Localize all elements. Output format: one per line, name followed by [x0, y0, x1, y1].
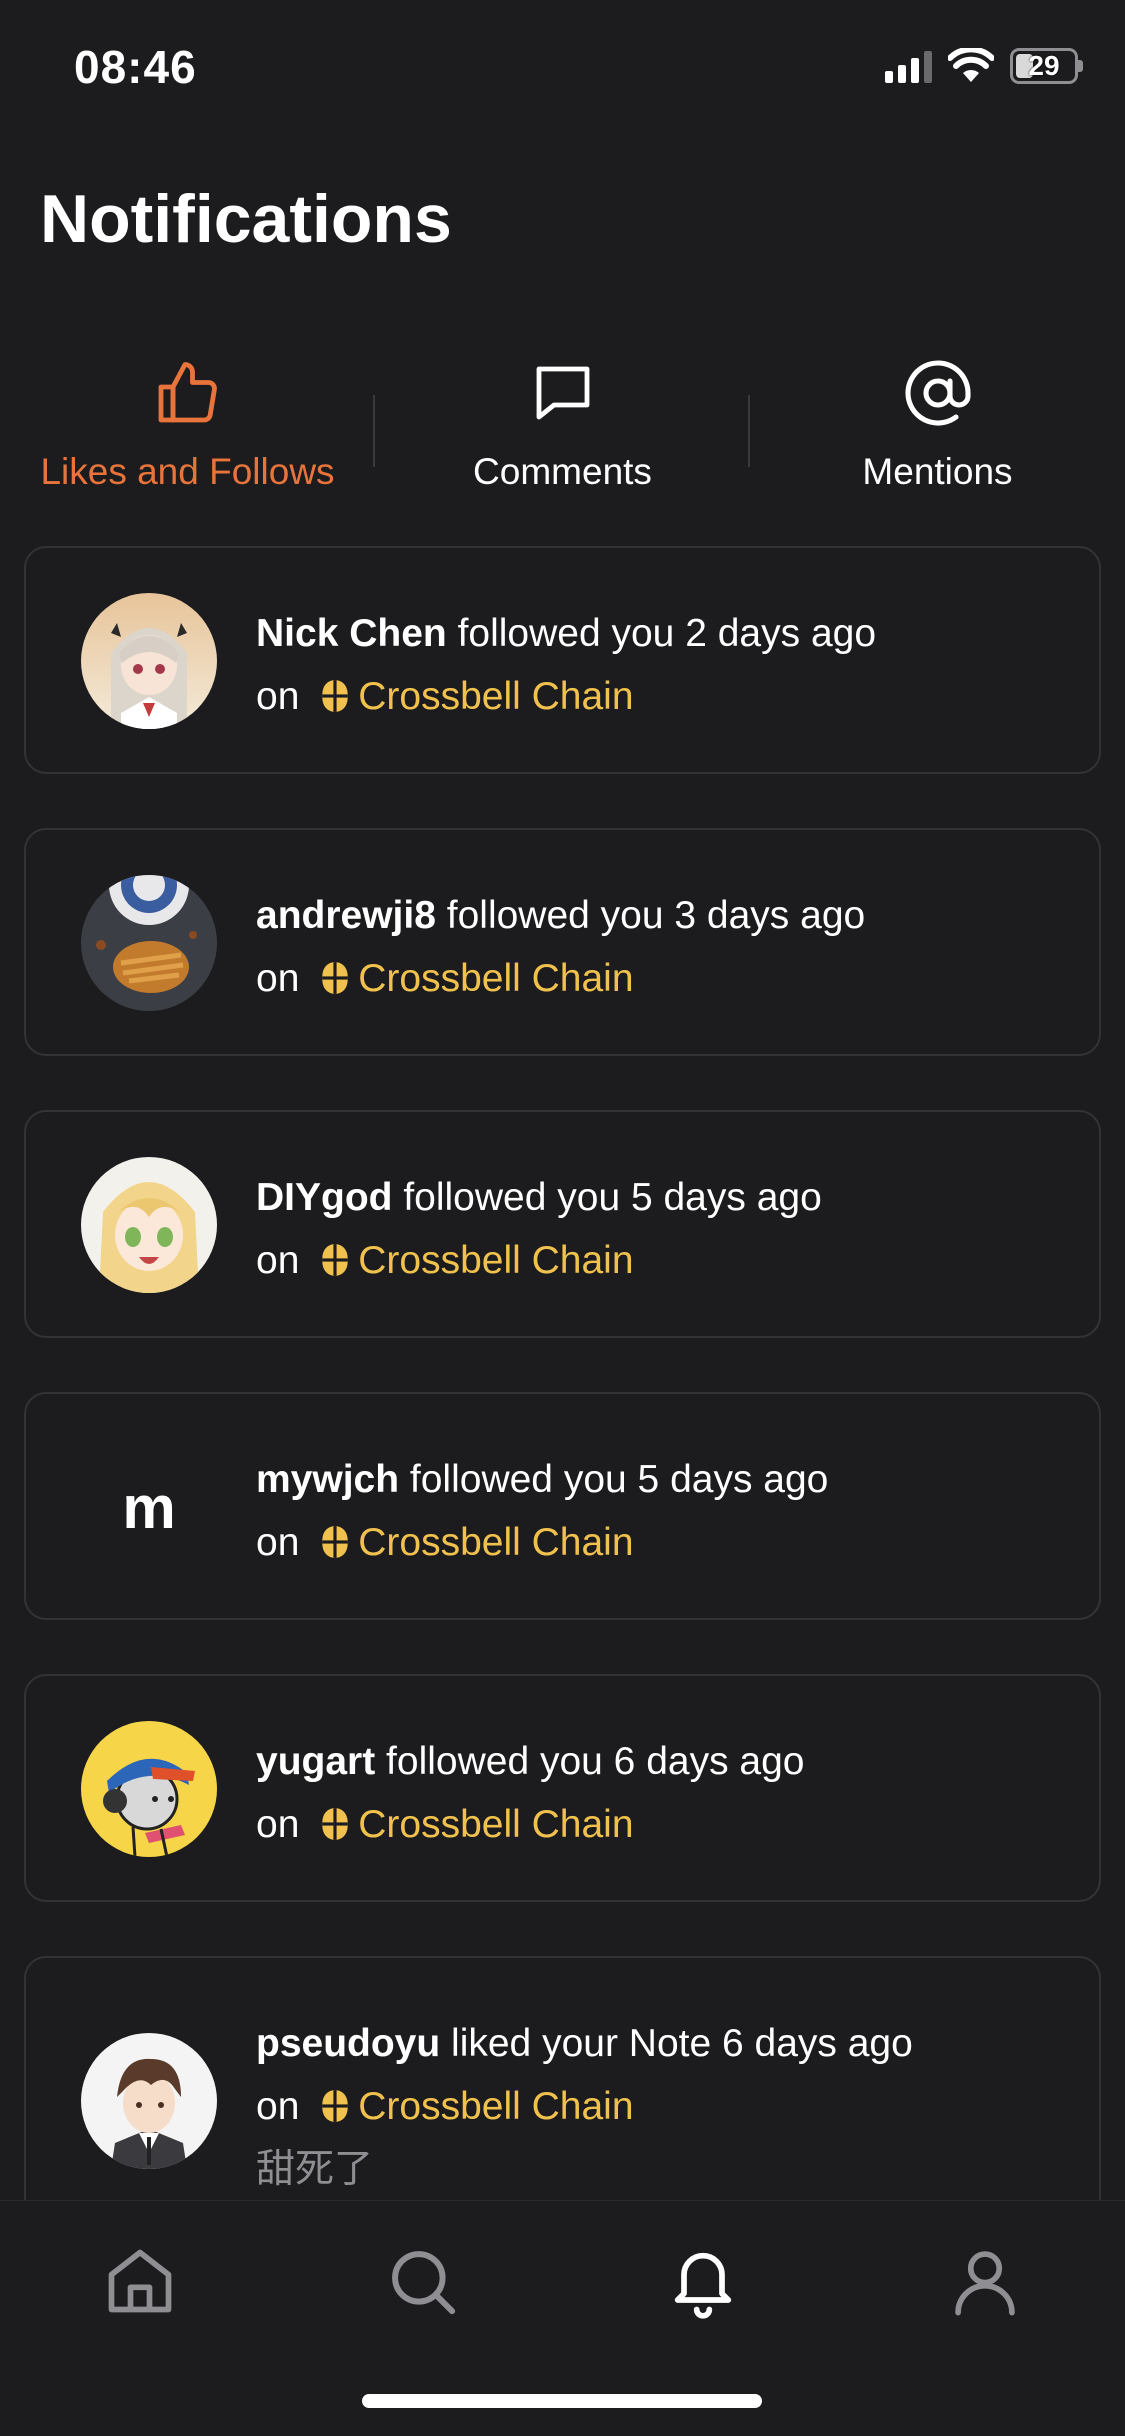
tab-comments[interactable]: Comments — [375, 345, 750, 515]
crossbell-icon — [322, 962, 348, 994]
on-label: on — [256, 2085, 300, 2128]
user-name[interactable]: andrewji8 — [256, 894, 436, 937]
on-label: on — [256, 1239, 300, 1282]
home-icon — [108, 2249, 172, 2313]
tab-likes-and-follows[interactable]: Likes and Follows — [0, 345, 375, 515]
tab-label: Comments — [473, 451, 652, 492]
notification-action: followed you 2 days ago — [457, 612, 877, 655]
cartoon-gamer-avatar-icon — [81, 1721, 217, 1857]
notification-card[interactable]: Nick Chen followed you 2 days ago on Cro… — [24, 546, 1101, 774]
notification-text: pseudoyu liked your Note 6 days ago on C… — [256, 2012, 1079, 2201]
on-label: on — [256, 1803, 300, 1846]
chain-link[interactable]: Crossbell Chain — [358, 675, 633, 718]
search-icon — [392, 2251, 456, 2315]
anime-blonde-avatar-icon — [81, 1157, 217, 1293]
page-title: Notifications — [40, 181, 452, 257]
notification-card[interactable]: andrewji8 followed you 3 days ago on Cro… — [24, 828, 1101, 1056]
profile-icon — [955, 2251, 1015, 2316]
note-snippet[interactable]: 甜死了 — [256, 2147, 373, 2192]
comment-icon — [536, 366, 589, 420]
avatar[interactable] — [81, 1157, 217, 1293]
user-name[interactable]: mywjch — [256, 1458, 399, 1501]
bell-icon — [674, 2252, 732, 2319]
battery-level: 29 — [1028, 50, 1060, 81]
chain-link[interactable]: Crossbell Chain — [358, 1803, 633, 1846]
notification-action: followed you 6 days ago — [386, 1740, 805, 1783]
user-name[interactable]: DIYgod — [256, 1176, 392, 1219]
notification-card[interactable]: m mywjch followed you 5 days ago on Cros… — [24, 1392, 1101, 1620]
battery-icon: 29 — [1010, 48, 1083, 84]
nav-notifications[interactable] — [653, 2231, 753, 2331]
nav-profile[interactable] — [935, 2231, 1035, 2331]
tab-label: Likes and Follows — [40, 451, 335, 492]
anime-girl-avatar-icon — [81, 593, 217, 729]
notification-card[interactable]: yugart followed you 6 days ago on Crossb… — [24, 1674, 1101, 1902]
avatar[interactable] — [81, 1721, 217, 1857]
anime-boy-avatar-icon — [81, 2033, 217, 2169]
notification-text: mywjch followed you 5 days ago on Crossb… — [256, 1448, 1079, 1574]
home-indicator[interactable] — [362, 2394, 762, 2408]
notification-action: followed you 5 days ago — [403, 1176, 822, 1219]
thumbs-up-icon — [158, 362, 217, 423]
notification-text: DIYgod followed you 5 days ago on Crossb… — [256, 1166, 1079, 1292]
avatar[interactable]: m — [81, 1439, 217, 1575]
notification-action: followed you 3 days ago — [446, 894, 866, 937]
avatar[interactable] — [81, 2033, 217, 2169]
crossbell-icon — [322, 1808, 348, 1840]
chain-link[interactable]: Crossbell Chain — [358, 2085, 633, 2128]
chain-link[interactable]: Crossbell Chain — [358, 1521, 633, 1564]
nav-home[interactable] — [90, 2231, 190, 2331]
at-sign-icon — [904, 360, 971, 426]
crossbell-icon — [322, 680, 348, 712]
cellular-signal-icon — [885, 49, 932, 83]
avatar[interactable] — [81, 875, 217, 1011]
notification-text: andrewji8 followed you 3 days ago on Cro… — [256, 884, 1079, 1010]
chain-link[interactable]: Crossbell Chain — [358, 957, 633, 1000]
food-photo-avatar-icon — [81, 875, 217, 1011]
status-bar: 08:46 29 — [0, 0, 1125, 140]
user-name[interactable]: pseudoyu — [256, 2022, 440, 2065]
crossbell-icon — [322, 2090, 348, 2122]
notification-tabs: Likes and Follows Comments Mentions — [0, 345, 1125, 515]
nav-search[interactable] — [372, 2231, 472, 2331]
avatar[interactable] — [81, 593, 217, 729]
notification-action: followed you 5 days ago — [409, 1458, 829, 1501]
notification-text: Nick Chen followed you 2 days ago on Cro… — [256, 602, 1079, 728]
crossbell-icon — [322, 1244, 348, 1276]
tab-mentions[interactable]: Mentions — [750, 345, 1125, 515]
notifications-screen: 08:46 29 Notifications Likes and Follows… — [0, 0, 1125, 2436]
user-name[interactable]: Nick Chen — [256, 612, 447, 655]
notification-text: yugart followed you 6 days ago on Crossb… — [256, 1730, 1079, 1856]
tab-label: Mentions — [862, 451, 1013, 492]
notification-card[interactable]: DIYgod followed you 5 days ago on Crossb… — [24, 1110, 1101, 1338]
on-label: on — [256, 675, 300, 718]
status-indicators: 29 — [885, 48, 1083, 84]
wifi-icon — [948, 48, 994, 82]
on-label: on — [256, 1521, 300, 1564]
chain-link[interactable]: Crossbell Chain — [358, 1239, 633, 1282]
on-label: on — [256, 957, 300, 1000]
notification-action: liked your Note 6 days ago — [451, 2022, 913, 2065]
crossbell-icon — [322, 1526, 348, 1558]
status-time: 08:46 — [74, 41, 197, 93]
user-name[interactable]: yugart — [256, 1740, 375, 1783]
